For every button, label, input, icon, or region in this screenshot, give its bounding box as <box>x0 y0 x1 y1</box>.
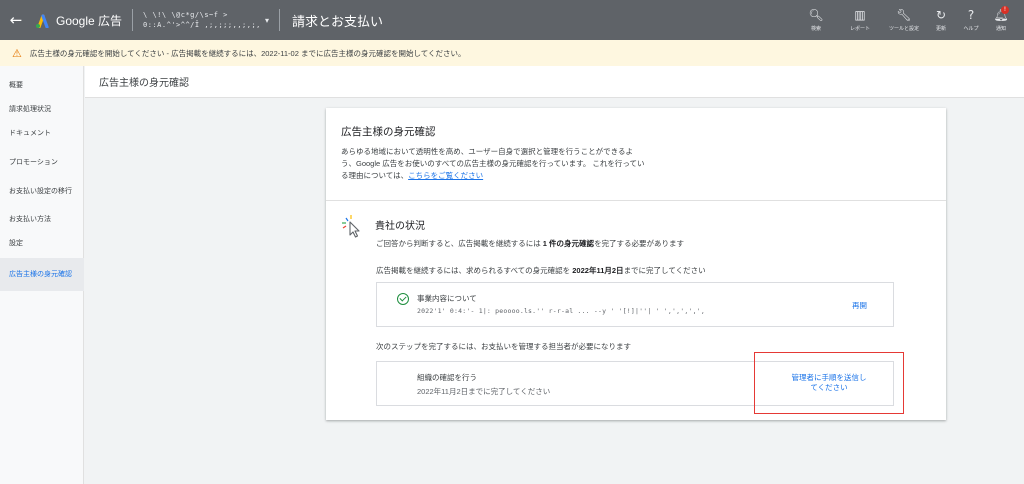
task-deadline: 2022年11月2日までに完了してください <box>417 387 551 396</box>
banner-text: 広告主様の身元確認を開始してください - 広告掲載を継続するには、2022-11… <box>29 48 466 58</box>
sidebar-item-payment-migration[interactable]: お支払い設定の移行 <box>0 180 84 204</box>
wrench-icon: 🔧︎ <box>896 8 912 22</box>
top-app-bar: ← Google 広告 \ \!\ \@c*g/\s~f > 0::A.^'>^… <box>0 0 1024 40</box>
next-step-notice: 次のステップを完了するには、お支払いを管理する担当者が必要になります <box>376 342 631 351</box>
search-icon: 🔍︎ <box>808 8 824 22</box>
summary-text: を完了する必要があります <box>594 239 685 248</box>
sidebar-item-label: プロモーション <box>9 159 58 166</box>
account-selector[interactable]: \ \!\ \@c*g/\s~f > 0::A.^'>^^/Ǐ ,;,;;;,,… <box>143 10 263 30</box>
sidebar-item-label: お支払い方法 <box>9 216 51 223</box>
divider <box>132 9 134 31</box>
deadline-text: 広告掲載を継続するには、求められるすべての身元確認を <box>376 266 573 275</box>
desc-line: あらゆる地域において透明性を高め、ユーザー自身で選択と管理を行うことができるよ <box>341 147 633 156</box>
business-info-task: 事業内容について 2022'1' 0:4:'- 1|: peoooo.ls.''… <box>376 282 894 327</box>
intro-section: 広告主様の身元確認 あらゆる地域において透明性を高め、ユーザー自身で選択と管理を… <box>326 108 946 201</box>
resume-link[interactable]: 再開 <box>852 300 867 311</box>
desc-line: う、Google 広告をお使いのすべての広告主様の身元確認を行っています。 これ… <box>341 159 645 168</box>
sidebar-item-settings[interactable]: 設定 <box>0 236 84 252</box>
caret-down-icon[interactable]: ▾ <box>265 16 269 25</box>
divider <box>279 9 281 31</box>
sidebar-item-promotions[interactable]: プロモーション <box>0 155 84 171</box>
sidebar-item-payment-methods[interactable]: お支払い方法 <box>0 212 84 228</box>
refresh-icon: ↻ <box>935 8 947 22</box>
help-button[interactable]: ? ヘルプ <box>956 0 986 40</box>
verification-warning-banner: ⚠ 広告主様の身元確認を開始してください - 広告掲載を継続するには、2022-… <box>0 40 1024 66</box>
notification-badge: ! <box>1001 6 1009 14</box>
sidebar-item-label: 概要 <box>9 82 23 89</box>
tools-settings-button[interactable]: 🔧︎ ツールと設定 <box>882 0 926 40</box>
content-title: 広告主様の身元確認 <box>99 78 189 89</box>
reports-button[interactable]: ▥ レポート <box>838 0 882 40</box>
search-button[interactable]: 🔍︎ 検索 <box>794 0 838 40</box>
arrow-back-icon[interactable]: ← <box>0 11 32 29</box>
tool-label: レポート <box>849 26 870 32</box>
deadline-date: 2022年11月2日 <box>572 266 624 275</box>
tool-label: 更新 <box>935 26 946 32</box>
status-summary: ご回答から判断すると、広告掲載を継続するには 1 件の身元確認を完了する必要があ… <box>376 238 684 249</box>
card-description: あらゆる地域において透明性を高め、ユーザー自身で選択と管理を行うことができるよ … <box>341 146 701 182</box>
deadline-notice: 広告掲載を継続するには、求められるすべての身元確認を 2022年11月2日までに… <box>376 265 706 276</box>
desc-line: る理由については、こちらをご覧ください <box>341 170 701 182</box>
account-line-1: \ \!\ \@c*g/\s~f > <box>143 11 228 19</box>
check-circle-icon <box>397 293 409 305</box>
help-icon: ? <box>967 8 975 22</box>
tool-label: 通知 <box>995 26 1006 32</box>
sidebar-item-billing-status[interactable]: 請求処理状況 <box>0 102 84 118</box>
cursor-sparkle-icon <box>340 214 364 238</box>
summary-text: ご回答から判断すると、広告掲載を継続するには <box>376 239 543 248</box>
sidebar-item-documents[interactable]: ドキュメント <box>0 126 84 142</box>
learn-more-link[interactable]: こちらをご覧ください <box>408 171 483 180</box>
task-title: 事業内容について <box>417 294 477 303</box>
task-title: 組織の確認を行う <box>417 373 477 382</box>
tool-label: ヘルプ <box>963 26 979 32</box>
sidebar-item-label: ドキュメント <box>9 130 51 137</box>
tool-label: 検索 <box>810 26 821 32</box>
desc-text: る理由については、 <box>341 171 409 180</box>
deadline-text: までに完了してください <box>623 266 706 275</box>
sidebar-item-label: 設定 <box>9 240 23 247</box>
toolbar: 🔍︎ 検索 ▥ レポート 🔧︎ ツールと設定 ↻ 更新 ? ヘルプ 🔔︎ 通知 … <box>794 0 1016 40</box>
summary-count: 1 件の身元確認 <box>542 239 595 248</box>
refresh-button[interactable]: ↻ 更新 <box>926 0 956 40</box>
account-line-2: 0::A.^'>^^/Ǐ ,;,;;;,,;,;, <box>143 21 261 29</box>
page-heading: 請求とお支払い <box>292 13 384 29</box>
warning-icon: ⚠ <box>12 47 22 60</box>
status-title: 貴社の状況 <box>375 221 425 232</box>
sidebar-item-overview[interactable]: 概要 <box>0 78 84 94</box>
content-header: 広告主様の身元確認 <box>85 66 1024 98</box>
tool-label: ツールと設定 <box>888 26 919 32</box>
notifications-button[interactable]: 🔔︎ 通知 ! <box>986 0 1016 40</box>
task-detail: 2022'1' 0:4:'- 1|: peoooo.ls.'' r-r-al .… <box>417 307 705 315</box>
google-ads-logo <box>34 13 50 29</box>
card-title: 広告主様の身元確認 <box>341 126 436 138</box>
sidebar-item-label: 広告主様の身元確認 <box>9 270 72 278</box>
reports-icon: ▥ <box>854 8 866 22</box>
annotation-highlight-box <box>754 352 904 414</box>
sidebar: 概要 請求処理状況 ドキュメント プロモーション お支払い設定の移行 お支払い方… <box>0 66 84 484</box>
brand-name: Google 広告 <box>56 13 123 28</box>
sidebar-item-advertiser-verification[interactable]: 広告主様の身元確認 <box>0 258 84 291</box>
sidebar-item-label: お支払い設定の移行 <box>9 188 72 195</box>
sidebar-item-label: 請求処理状況 <box>9 106 51 113</box>
